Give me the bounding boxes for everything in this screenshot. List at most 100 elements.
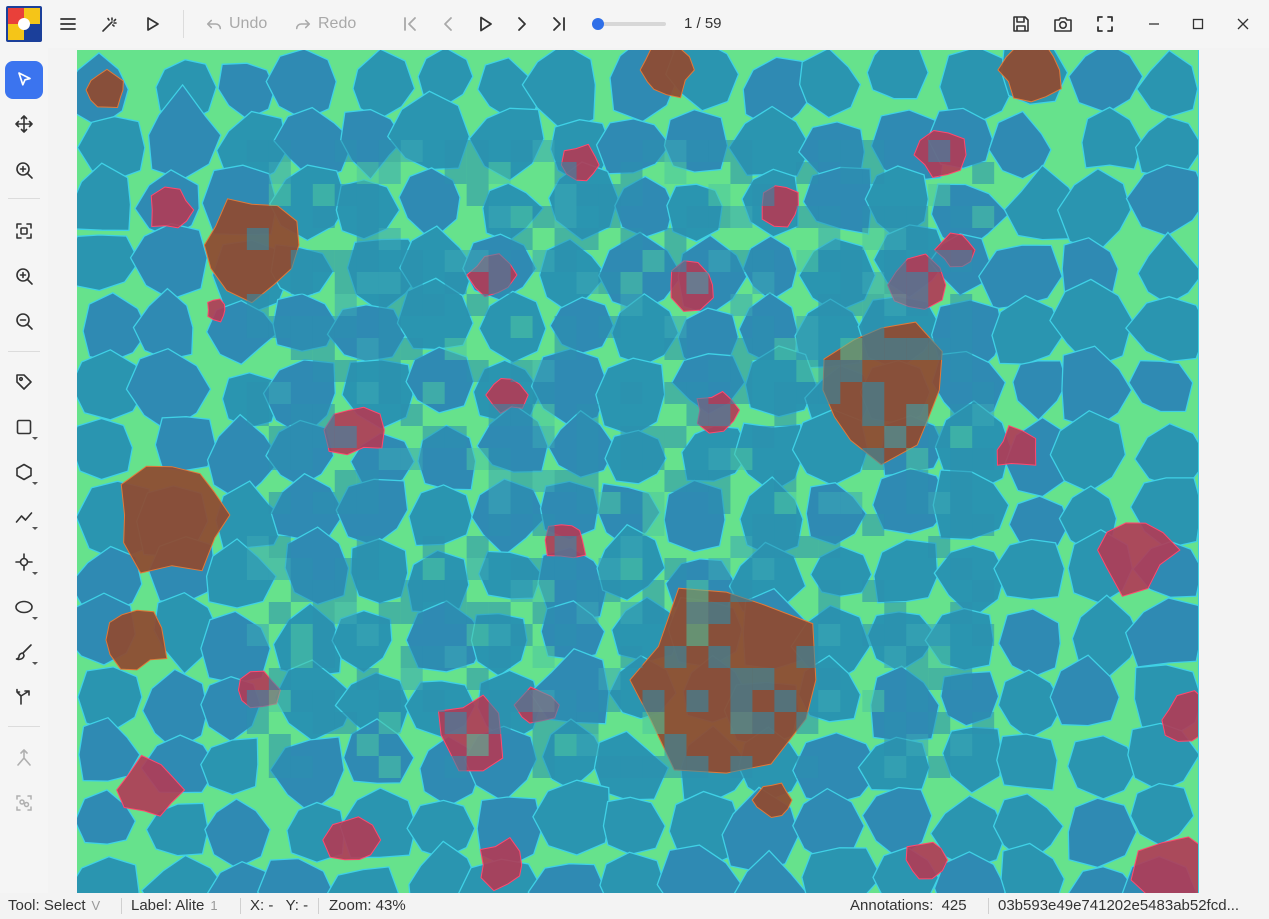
pixelated-patch (950, 316, 973, 338)
pixelated-patch (730, 206, 753, 228)
auto-annotate-button[interactable] (95, 9, 125, 39)
save-button[interactable] (1006, 9, 1036, 39)
brush-tool-button[interactable] (5, 633, 43, 671)
alite-grain[interactable] (866, 50, 929, 100)
caret-down-icon (32, 662, 38, 665)
pixelated-patch (400, 448, 423, 470)
pixelated-patch (708, 602, 731, 624)
pixelated-patch (796, 162, 819, 184)
pixelated-patch (378, 316, 401, 338)
prev-frame-button[interactable] (433, 9, 463, 39)
ellipse-tool-button[interactable] (5, 588, 43, 626)
pixelated-patch (642, 492, 665, 514)
select-tool-button[interactable] (5, 61, 43, 99)
magic-wand-icon (102, 17, 117, 32)
pixelated-patch (334, 140, 357, 162)
frame-slider-track[interactable] (594, 22, 666, 26)
pixelated-patch (466, 140, 489, 162)
redo-button[interactable]: Redo (294, 11, 356, 37)
skip-last-icon (553, 17, 565, 31)
pixelated-patch (906, 668, 929, 690)
screenshot-button[interactable] (1048, 9, 1078, 39)
polyline-tool-button[interactable] (5, 498, 43, 536)
alite-grain[interactable] (154, 416, 217, 471)
pixelated-patch (378, 360, 401, 382)
pixelated-patch (708, 646, 731, 668)
image-canvas[interactable]: ‹ (52, 48, 1252, 893)
tool-sidebar (0, 48, 48, 893)
pixelated-patch (510, 404, 533, 426)
pixelated-patch (950, 514, 973, 536)
pixelated-patch (554, 338, 577, 360)
pixelated-patch (598, 668, 621, 690)
pixelated-patch (686, 580, 709, 602)
annotated-micrograph[interactable] (77, 50, 1199, 893)
last-frame-button[interactable] (544, 9, 574, 39)
pixelated-patch (356, 250, 379, 272)
pixelated-patch (818, 624, 841, 646)
menu-button[interactable] (53, 9, 83, 39)
pixelated-patch (598, 558, 621, 580)
polyline-icon (15, 512, 33, 523)
run-button[interactable] (137, 9, 167, 39)
fullscreen-icon (1097, 16, 1113, 32)
frame-slider-thumb[interactable] (592, 18, 604, 30)
minimize-button[interactable] (1139, 9, 1169, 39)
pixelated-patch (598, 272, 621, 294)
close-window-button[interactable] (1228, 9, 1258, 39)
auto-detect-tool-button[interactable] (5, 784, 43, 822)
pixelated-patch (774, 514, 797, 536)
first-frame-button[interactable] (395, 9, 425, 39)
pixelated-patch (532, 470, 555, 492)
undo-button[interactable]: Undo (205, 11, 267, 37)
pixelated-patch (290, 316, 313, 338)
pixelated-patch (576, 602, 599, 624)
pixelated-patch (862, 228, 885, 250)
zoom-region-tool-button[interactable] (5, 151, 43, 189)
alite-grain[interactable] (77, 417, 134, 481)
pixelated-patch (444, 272, 467, 294)
fit-to-screen-button[interactable] (5, 212, 43, 250)
pixelated-patch (664, 756, 687, 778)
pixelated-patch (554, 250, 577, 272)
pixelated-patch (884, 602, 907, 624)
rectangle-tool-button[interactable] (5, 408, 43, 446)
pixelated-patch (488, 162, 511, 184)
zoom-out-button[interactable] (5, 302, 43, 340)
pixelated-patch (510, 492, 533, 514)
ai-polygon-tool-button[interactable] (5, 678, 43, 716)
pixelated-patch (906, 294, 929, 316)
pixelated-patch (466, 734, 489, 756)
pixelated-patch (422, 558, 445, 580)
maximize-button[interactable] (1183, 9, 1213, 39)
pixelated-patch (796, 382, 819, 404)
pixelated-patch (466, 162, 489, 184)
polygon-tool-button[interactable] (5, 453, 43, 491)
alite-grain[interactable] (801, 847, 883, 893)
pixelated-patch (356, 624, 379, 646)
alite-grain[interactable] (996, 733, 1058, 791)
pixelated-patch (378, 756, 401, 778)
pixelated-patch (378, 712, 401, 734)
pixelated-patch (884, 646, 907, 668)
pixelated-patch (884, 734, 907, 756)
fullscreen-button[interactable] (1090, 9, 1120, 39)
zoom-plus-icon (16, 162, 33, 179)
pixelated-patch (510, 360, 533, 382)
play-button[interactable] (470, 9, 500, 39)
move-tool-button[interactable] (5, 105, 43, 143)
point-tool-button[interactable] (5, 543, 43, 581)
pixelated-patch (708, 492, 731, 514)
pixelated-patch (554, 690, 577, 712)
pixelated-patch (312, 602, 335, 624)
pixelated-patch (444, 756, 467, 778)
play-icon (480, 16, 492, 32)
tag-tool-button[interactable] (5, 363, 43, 401)
skeleton-tool-button[interactable] (5, 739, 43, 777)
pixelated-patch (466, 448, 489, 470)
pixelated-patch (620, 602, 643, 624)
next-frame-button[interactable] (507, 9, 537, 39)
pixelated-patch (400, 602, 423, 624)
pixelated-patch (290, 580, 313, 602)
zoom-in-button[interactable] (5, 257, 43, 295)
